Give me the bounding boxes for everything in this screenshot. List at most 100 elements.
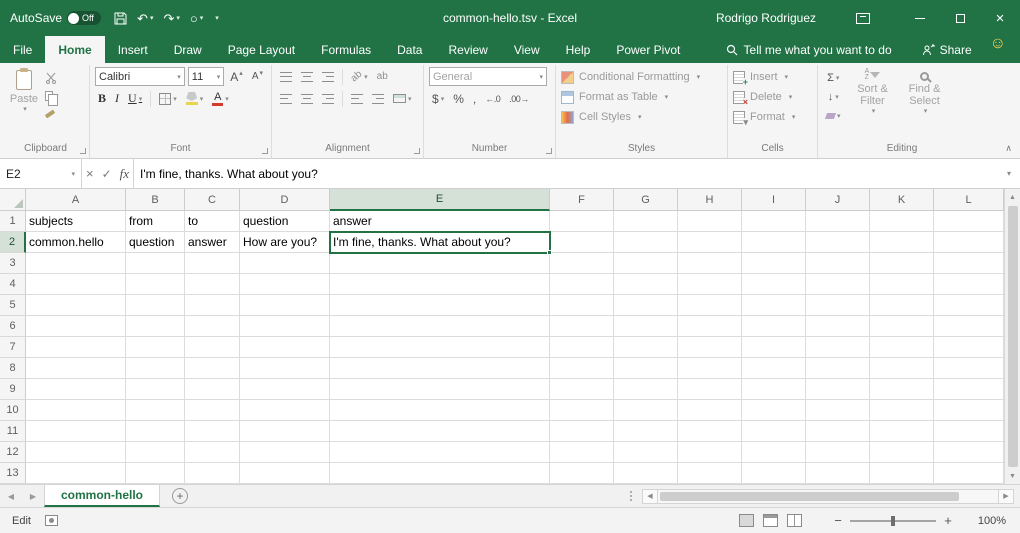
cell-B5[interactable] [126,295,185,316]
name-box[interactable]: E2 ▾ [0,159,82,188]
font-name-select[interactable]: Calibri▾ [95,67,185,86]
cell-A6[interactable] [26,316,126,337]
cell-C11[interactable] [185,421,240,442]
cell-A8[interactable] [26,358,126,379]
fill-color-button[interactable]: ▾ [183,89,207,108]
zoom-level[interactable]: 100% [964,515,1006,527]
cell-E6[interactable] [330,316,550,337]
cell-F3[interactable] [550,253,614,274]
row-header-1[interactable]: 1 [0,211,26,232]
cell-I8[interactable] [742,358,806,379]
cell-G3[interactable] [614,253,678,274]
cell-F8[interactable] [550,358,614,379]
cell-L5[interactable] [934,295,1004,316]
cell-G2[interactable] [614,232,678,253]
sort-filter-button[interactable]: AZ Sort & Filter ▾ [850,67,896,142]
cell-G10[interactable] [614,400,678,421]
hscroll-left-icon[interactable]: ◀ [642,489,658,504]
cell-B13[interactable] [126,463,185,484]
cell-E8[interactable] [330,358,550,379]
cell-K8[interactable] [870,358,934,379]
undo-button[interactable]: ↶▾ [137,12,153,25]
cell-A10[interactable] [26,400,126,421]
feedback-smiley-icon[interactable]: ☺ [990,36,1006,63]
cell-D2[interactable]: How are you? [240,232,330,253]
ribbon-tab-help[interactable]: Help [553,36,604,63]
cell-D4[interactable] [240,274,330,295]
find-select-button[interactable]: Find & Select ▾ [902,67,948,142]
cell-J1[interactable] [806,211,870,232]
cell-H7[interactable] [678,337,742,358]
font-color-button[interactable]: A▾ [209,89,232,108]
cell-I5[interactable] [742,295,806,316]
cell-E13[interactable] [330,463,550,484]
sheet-tab-common-hello[interactable]: common-hello [44,485,160,507]
sheet-next-button[interactable]: ▶ [22,485,44,507]
alignment-dialog-launcher[interactable] [414,148,420,154]
cell-C6[interactable] [185,316,240,337]
autosave-toggle[interactable]: AutoSave Off [10,11,101,25]
formula-bar-expand-button[interactable]: ▾ [998,159,1020,188]
cell-I1[interactable] [742,211,806,232]
cell-D6[interactable] [240,316,330,337]
cell-I7[interactable] [742,337,806,358]
ribbon-display-options-button[interactable] [856,13,870,24]
column-header-K[interactable]: K [870,189,934,211]
zoom-out-button[interactable]: − [828,513,848,528]
cell-K3[interactable] [870,253,934,274]
row-header-3[interactable]: 3 [0,253,26,274]
ribbon-tab-home[interactable]: Home [45,36,104,63]
ink-mode-button[interactable]: ○▾ [190,12,203,25]
column-header-D[interactable]: D [240,189,330,211]
vertical-scroll-thumb[interactable] [1008,206,1018,467]
cell-F12[interactable] [550,442,614,463]
cell-C7[interactable] [185,337,240,358]
paste-button[interactable]: Paste ▾ [7,67,41,142]
cell-G11[interactable] [614,421,678,442]
cell-A13[interactable] [26,463,126,484]
cell-B8[interactable] [126,358,185,379]
minimize-button[interactable] [900,0,940,36]
fill-handle[interactable] [547,250,552,255]
share-button[interactable]: Share [922,36,972,63]
cell-H13[interactable] [678,463,742,484]
cell-C4[interactable] [185,274,240,295]
borders-button[interactable]: ▾ [156,89,180,108]
sheet-prev-button[interactable]: ◀ [0,485,22,507]
cell-A9[interactable] [26,379,126,400]
row-header-12[interactable]: 12 [0,442,26,463]
cell-A7[interactable] [26,337,126,358]
ribbon-tab-insert[interactable]: Insert [105,36,161,63]
cell-I6[interactable] [742,316,806,337]
scroll-up-icon[interactable]: ▲ [1005,189,1020,205]
align-center-button[interactable] [298,89,316,108]
cell-E10[interactable] [330,400,550,421]
cell-J8[interactable] [806,358,870,379]
cell-E3[interactable] [330,253,550,274]
format-painter-button[interactable] [45,107,59,121]
cell-B2[interactable]: question [126,232,185,253]
cell-A12[interactable] [26,442,126,463]
macro-record-button[interactable] [45,515,58,526]
cell-H10[interactable] [678,400,742,421]
cell-J10[interactable] [806,400,870,421]
cell-H11[interactable] [678,421,742,442]
row-header-5[interactable]: 5 [0,295,26,316]
cell-A2[interactable]: common.hello [26,232,126,253]
zoom-in-button[interactable]: + [938,513,958,528]
cell-K4[interactable] [870,274,934,295]
cell-D7[interactable] [240,337,330,358]
cell-B4[interactable] [126,274,185,295]
cell-E5[interactable] [330,295,550,316]
view-page-layout-button[interactable] [763,514,778,527]
ribbon-tab-file[interactable]: File [0,36,45,63]
ribbon-tab-data[interactable]: Data [384,36,435,63]
column-header-J[interactable]: J [806,189,870,211]
cell-G7[interactable] [614,337,678,358]
cell-I11[interactable] [742,421,806,442]
accounting-format-button[interactable]: $▾ [429,89,447,108]
cell-C10[interactable] [185,400,240,421]
cell-F10[interactable] [550,400,614,421]
row-header-10[interactable]: 10 [0,400,26,421]
cell-J9[interactable] [806,379,870,400]
